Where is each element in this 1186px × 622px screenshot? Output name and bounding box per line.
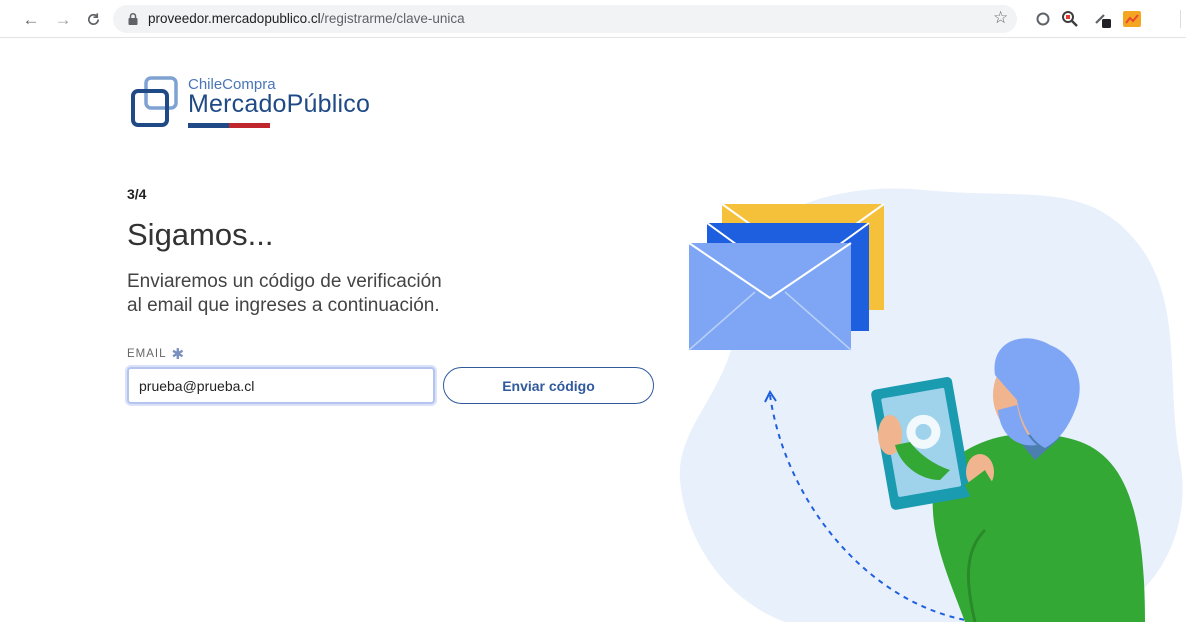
browser-toolbar: ← → proveedor.mercadopublico.cl/registra… xyxy=(0,0,1186,38)
logo-squares-icon xyxy=(131,76,178,127)
back-arrow-icon[interactable]: ← xyxy=(20,8,42,30)
bookmark-star-icon[interactable]: ☆ xyxy=(993,9,1008,26)
logo-bar-red xyxy=(229,123,270,128)
url-host: proveedor.mercadopublico.cl xyxy=(148,11,321,26)
reload-icon[interactable] xyxy=(82,8,104,30)
envelope-light-blue-icon xyxy=(688,242,852,351)
logo-flag-bar xyxy=(188,123,270,128)
address-bar[interactable]: proveedor.mercadopublico.cl/registrarme/… xyxy=(113,5,1017,33)
description-line-1: Enviaremos un código de verificación xyxy=(127,271,442,292)
email-input[interactable] xyxy=(127,367,435,404)
email-label: EMAIL ✱ xyxy=(127,345,185,363)
extension-eyedropper-icon[interactable] xyxy=(1092,9,1112,29)
mercadopublico-logo[interactable]: ChileCompra MercadoPúblico xyxy=(130,73,390,133)
required-asterisk-icon: ✱ xyxy=(171,346,186,363)
step-indicator: 3/4 xyxy=(127,186,147,202)
email-label-text: EMAIL xyxy=(127,348,167,360)
logo-title: MercadoPúblico xyxy=(188,90,371,118)
extension-magnifier-icon[interactable] xyxy=(1060,9,1080,29)
url-text: proveedor.mercadopublico.cl/registrarme/… xyxy=(148,11,465,26)
url-path: /registrarme/clave-unica xyxy=(320,11,465,26)
description-line-2: al email que ingreses a continuación. xyxy=(127,295,440,316)
description: Enviaremos un código de verificación al … xyxy=(127,270,527,318)
lock-icon xyxy=(128,12,138,25)
forward-arrow-icon[interactable]: → xyxy=(52,8,74,30)
page-title: Sigamos... xyxy=(127,217,274,252)
send-code-button[interactable]: Enviar código xyxy=(443,367,654,404)
logo-bar-blue xyxy=(188,123,229,128)
extension-chart-icon[interactable] xyxy=(1122,9,1142,29)
toolbar-divider xyxy=(1180,10,1181,28)
extension-circle-icon[interactable] xyxy=(1033,9,1053,29)
email-verification-illustration xyxy=(679,188,1183,622)
